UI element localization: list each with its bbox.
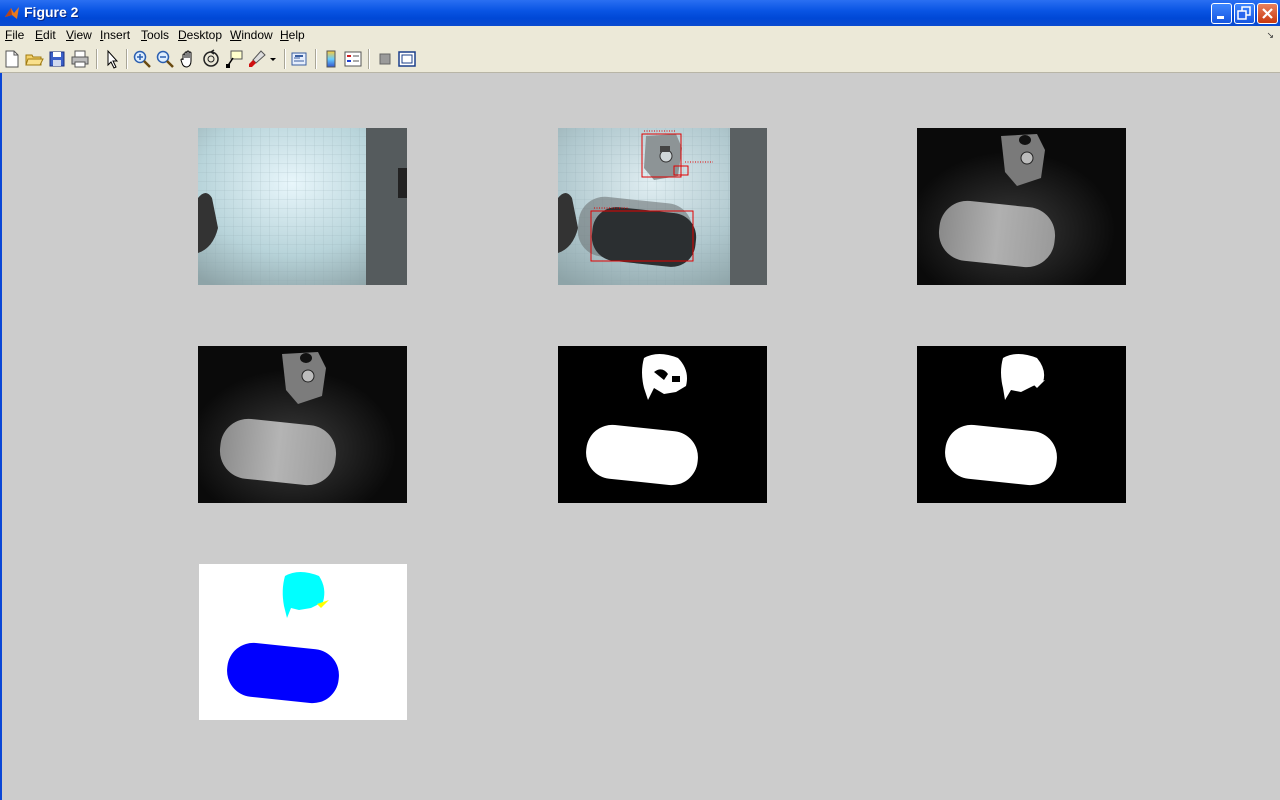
menu-help[interactable]: Help — [280, 28, 305, 42]
insert-colorbar-icon[interactable] — [321, 49, 341, 69]
matlab-icon — [5, 7, 19, 19]
menu-bar: File Edit View Insert Tools Desktop Wind… — [0, 26, 1280, 45]
cleaned-mask-image — [917, 346, 1126, 503]
dock-arrow-icon[interactable]: ↘ — [1266, 30, 1274, 41]
open-file-icon[interactable] — [24, 49, 44, 69]
rotate-3d-icon[interactable] — [201, 49, 221, 69]
menu-file[interactable]: File — [5, 28, 24, 42]
subplot-4[interactable] — [198, 346, 407, 503]
zoom-out-icon[interactable] — [155, 49, 175, 69]
menu-edit[interactable]: Edit — [35, 28, 56, 42]
toolbar-separator — [368, 49, 370, 69]
menu-tools[interactable]: Tools — [141, 28, 169, 42]
zoom-in-icon[interactable] — [132, 49, 152, 69]
toolbar-separator — [126, 49, 128, 69]
subplot-1[interactable] — [198, 128, 407, 285]
save-icon[interactable] — [47, 49, 67, 69]
new-figure-icon[interactable] — [2, 49, 22, 69]
menu-window[interactable]: Window — [230, 28, 273, 42]
toolbar-separator — [315, 49, 317, 69]
minimize-button[interactable] — [1211, 3, 1232, 24]
menu-desktop[interactable]: Desktop — [178, 28, 222, 42]
link-plot-icon[interactable] — [289, 49, 309, 69]
insert-legend-icon[interactable] — [343, 49, 363, 69]
subplot-7[interactable] — [199, 564, 408, 721]
binary-mask-image — [558, 346, 767, 503]
data-cursor-icon[interactable] — [224, 49, 244, 69]
menu-view[interactable]: View — [66, 28, 92, 42]
close-button[interactable] — [1257, 3, 1278, 24]
menu-insert[interactable]: Insert — [100, 28, 130, 42]
subplot-2[interactable] — [558, 128, 767, 285]
toolbar-separator — [284, 49, 286, 69]
brush-dropdown-icon[interactable] — [268, 49, 278, 69]
filtered-difference-image — [198, 346, 407, 503]
pan-icon[interactable] — [178, 49, 198, 69]
restore-button[interactable] — [1234, 3, 1255, 24]
restore-icon — [1237, 6, 1251, 20]
detection-overlay-image — [558, 128, 767, 285]
subplot-6[interactable] — [917, 346, 1126, 503]
toolbar-separator — [96, 49, 98, 69]
close-icon — [1262, 8, 1273, 19]
hide-plot-tools-icon[interactable] — [375, 49, 395, 69]
background-image — [198, 128, 407, 285]
difference-image — [917, 128, 1126, 285]
title-bar[interactable]: Figure 2 — [0, 0, 1280, 26]
window-border — [0, 73, 2, 800]
brush-icon[interactable] — [247, 49, 267, 69]
labeled-regions-image — [199, 564, 407, 720]
figure-toolbar — [0, 45, 1280, 73]
edit-plot-icon[interactable] — [102, 49, 122, 69]
subplot-3[interactable] — [917, 128, 1126, 285]
subplot-5[interactable] — [558, 346, 767, 503]
window-title: Figure 2 — [24, 4, 79, 20]
show-plot-tools-icon[interactable] — [397, 49, 417, 69]
minimize-icon — [1217, 16, 1224, 19]
print-icon[interactable] — [70, 49, 90, 69]
